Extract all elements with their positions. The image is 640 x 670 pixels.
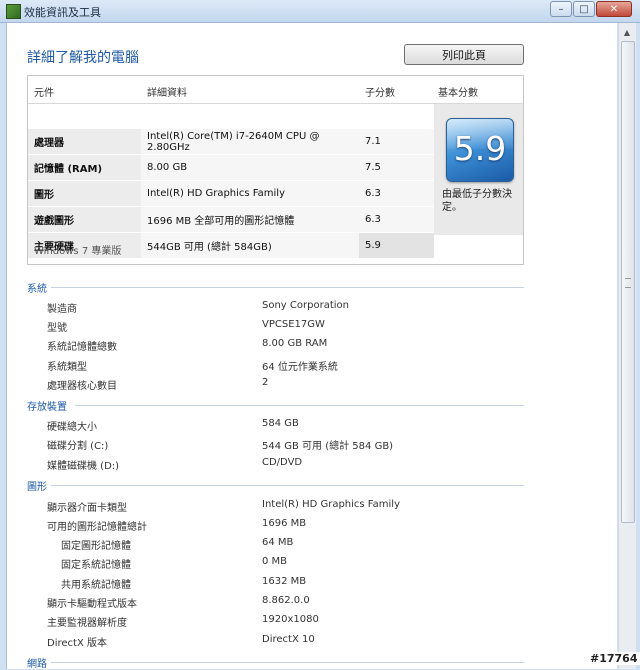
detail-value: CD/DVD: [262, 457, 303, 468]
detail-label: 顯示器介面卡類型: [47, 503, 127, 514]
detail-value: 1920x1080: [262, 614, 319, 625]
detail-label: 共用系統記憶體: [61, 580, 131, 591]
detail-value: 8.862.0.0: [262, 595, 310, 606]
row-component: 圖形: [28, 181, 141, 206]
detail-label: 固定圖形記憶體: [61, 541, 131, 552]
row-detail: 1696 MB 全部可用的圖形記憶體: [141, 207, 359, 232]
detail-label: 主要監視器解析度: [47, 618, 127, 629]
scrollbar-thumb[interactable]: [621, 41, 635, 523]
grip-icon: [625, 278, 631, 288]
windows-edition: Windows 7 專業版: [34, 246, 122, 257]
detail-label: 磁碟分割 (C:): [47, 441, 109, 452]
row-subscore: 6.3: [359, 207, 434, 232]
window-title: 效能資訊及工具: [24, 6, 101, 19]
detail-value: 0 MB: [262, 556, 288, 567]
title-bar: 效能資訊及工具 – □ ✕: [0, 0, 640, 23]
base-score-caption: 由最低子分數決定。: [442, 189, 512, 213]
detail-label: 型號: [47, 323, 67, 334]
row-component: 記憶體 (RAM): [28, 155, 141, 180]
detail-value: 64 MB: [262, 537, 294, 548]
content-area: 詳細了解我的電腦 列印此頁 元件 詳細資料 子分數 基本分數 處理器 Intel…: [6, 23, 617, 670]
section-divider: [51, 485, 524, 486]
detail-value: 64 位元作業系統: [262, 362, 338, 373]
detail-label: 固定系統記憶體: [61, 560, 131, 571]
row-detail: 544GB 可用 (總計 584GB): [141, 233, 359, 258]
detail-label: 可用的圖形記憶體總計: [47, 522, 147, 533]
section-divider: [51, 662, 524, 663]
row-subscore: 6.3: [359, 181, 434, 206]
header-detail: 詳細資料: [147, 88, 187, 99]
score-table: 元件 詳細資料 子分數 基本分數 處理器 Intel(R) Core(TM) i…: [27, 75, 524, 265]
minimize-button[interactable]: –: [550, 1, 572, 17]
page-title: 詳細了解我的電腦: [27, 50, 139, 66]
detail-label: 製造商: [47, 304, 77, 315]
detail-label: DirectX 版本: [47, 638, 107, 649]
detail-label: 系統類型: [47, 362, 87, 373]
header-base-score: 基本分數: [438, 88, 478, 99]
detail-value: 1696 MB: [262, 518, 307, 529]
section-title-storage: 存放裝置: [27, 402, 67, 413]
detail-label: 硬碟總大小: [47, 422, 97, 433]
row-subscore: 7.1: [359, 129, 434, 154]
row-subscore: 7.5: [359, 155, 434, 180]
detail-value: Sony Corporation: [262, 300, 349, 311]
vertical-scrollbar[interactable]: ▲ ▼: [618, 23, 636, 669]
detail-value: 2: [262, 377, 269, 388]
row-component: 處理器: [28, 129, 141, 154]
performance-icon: [6, 4, 21, 19]
detail-label: 媒體磁碟機 (D:): [47, 461, 120, 472]
detail-value: 8.00 GB RAM: [262, 338, 328, 349]
header-component: 元件: [34, 88, 54, 99]
detail-label: 處理器核心數目: [47, 381, 117, 392]
print-page-button[interactable]: 列印此頁: [404, 44, 524, 65]
detail-value: DirectX 10: [262, 634, 315, 645]
chevron-up-icon[interactable]: ▲: [621, 26, 633, 38]
row-detail: Intel(R) HD Graphics Family: [141, 181, 359, 206]
detail-label: 顯示卡驅動程式版本: [47, 599, 137, 610]
section-title-system: 系統: [27, 284, 47, 295]
base-score-value: 5.9: [453, 129, 507, 168]
detail-value: VPCSE17GW: [262, 319, 325, 330]
section-divider: [51, 287, 524, 288]
section-title-network: 網路: [27, 659, 47, 670]
base-score-badge: 5.9: [446, 118, 514, 182]
close-button[interactable]: ✕: [596, 1, 632, 17]
header-subscore: 子分數: [365, 88, 395, 99]
watermark: #17764: [588, 652, 640, 665]
detail-value: 1632 MB: [262, 576, 307, 587]
section-divider: [75, 405, 524, 406]
detail-value: 544 GB 可用 (總計 584 GB): [262, 441, 394, 452]
detail-label: 系統記憶體總數: [47, 342, 117, 353]
maximize-button[interactable]: □: [573, 1, 595, 17]
window-controls: – □ ✕: [550, 1, 632, 17]
detail-value: Intel(R) HD Graphics Family: [262, 499, 400, 510]
detail-value: 584 GB: [262, 418, 299, 429]
base-score-panel: 5.9 由最低子分數決定。: [434, 104, 523, 235]
section-title-graphics: 圖形: [27, 482, 47, 493]
row-detail: 8.00 GB: [141, 155, 359, 180]
row-detail: Intel(R) Core(TM) i7-2640M CPU @ 2.80GHz: [141, 129, 359, 154]
row-subscore: 5.9: [359, 233, 434, 258]
row-component: 遊戲圖形: [28, 207, 141, 232]
